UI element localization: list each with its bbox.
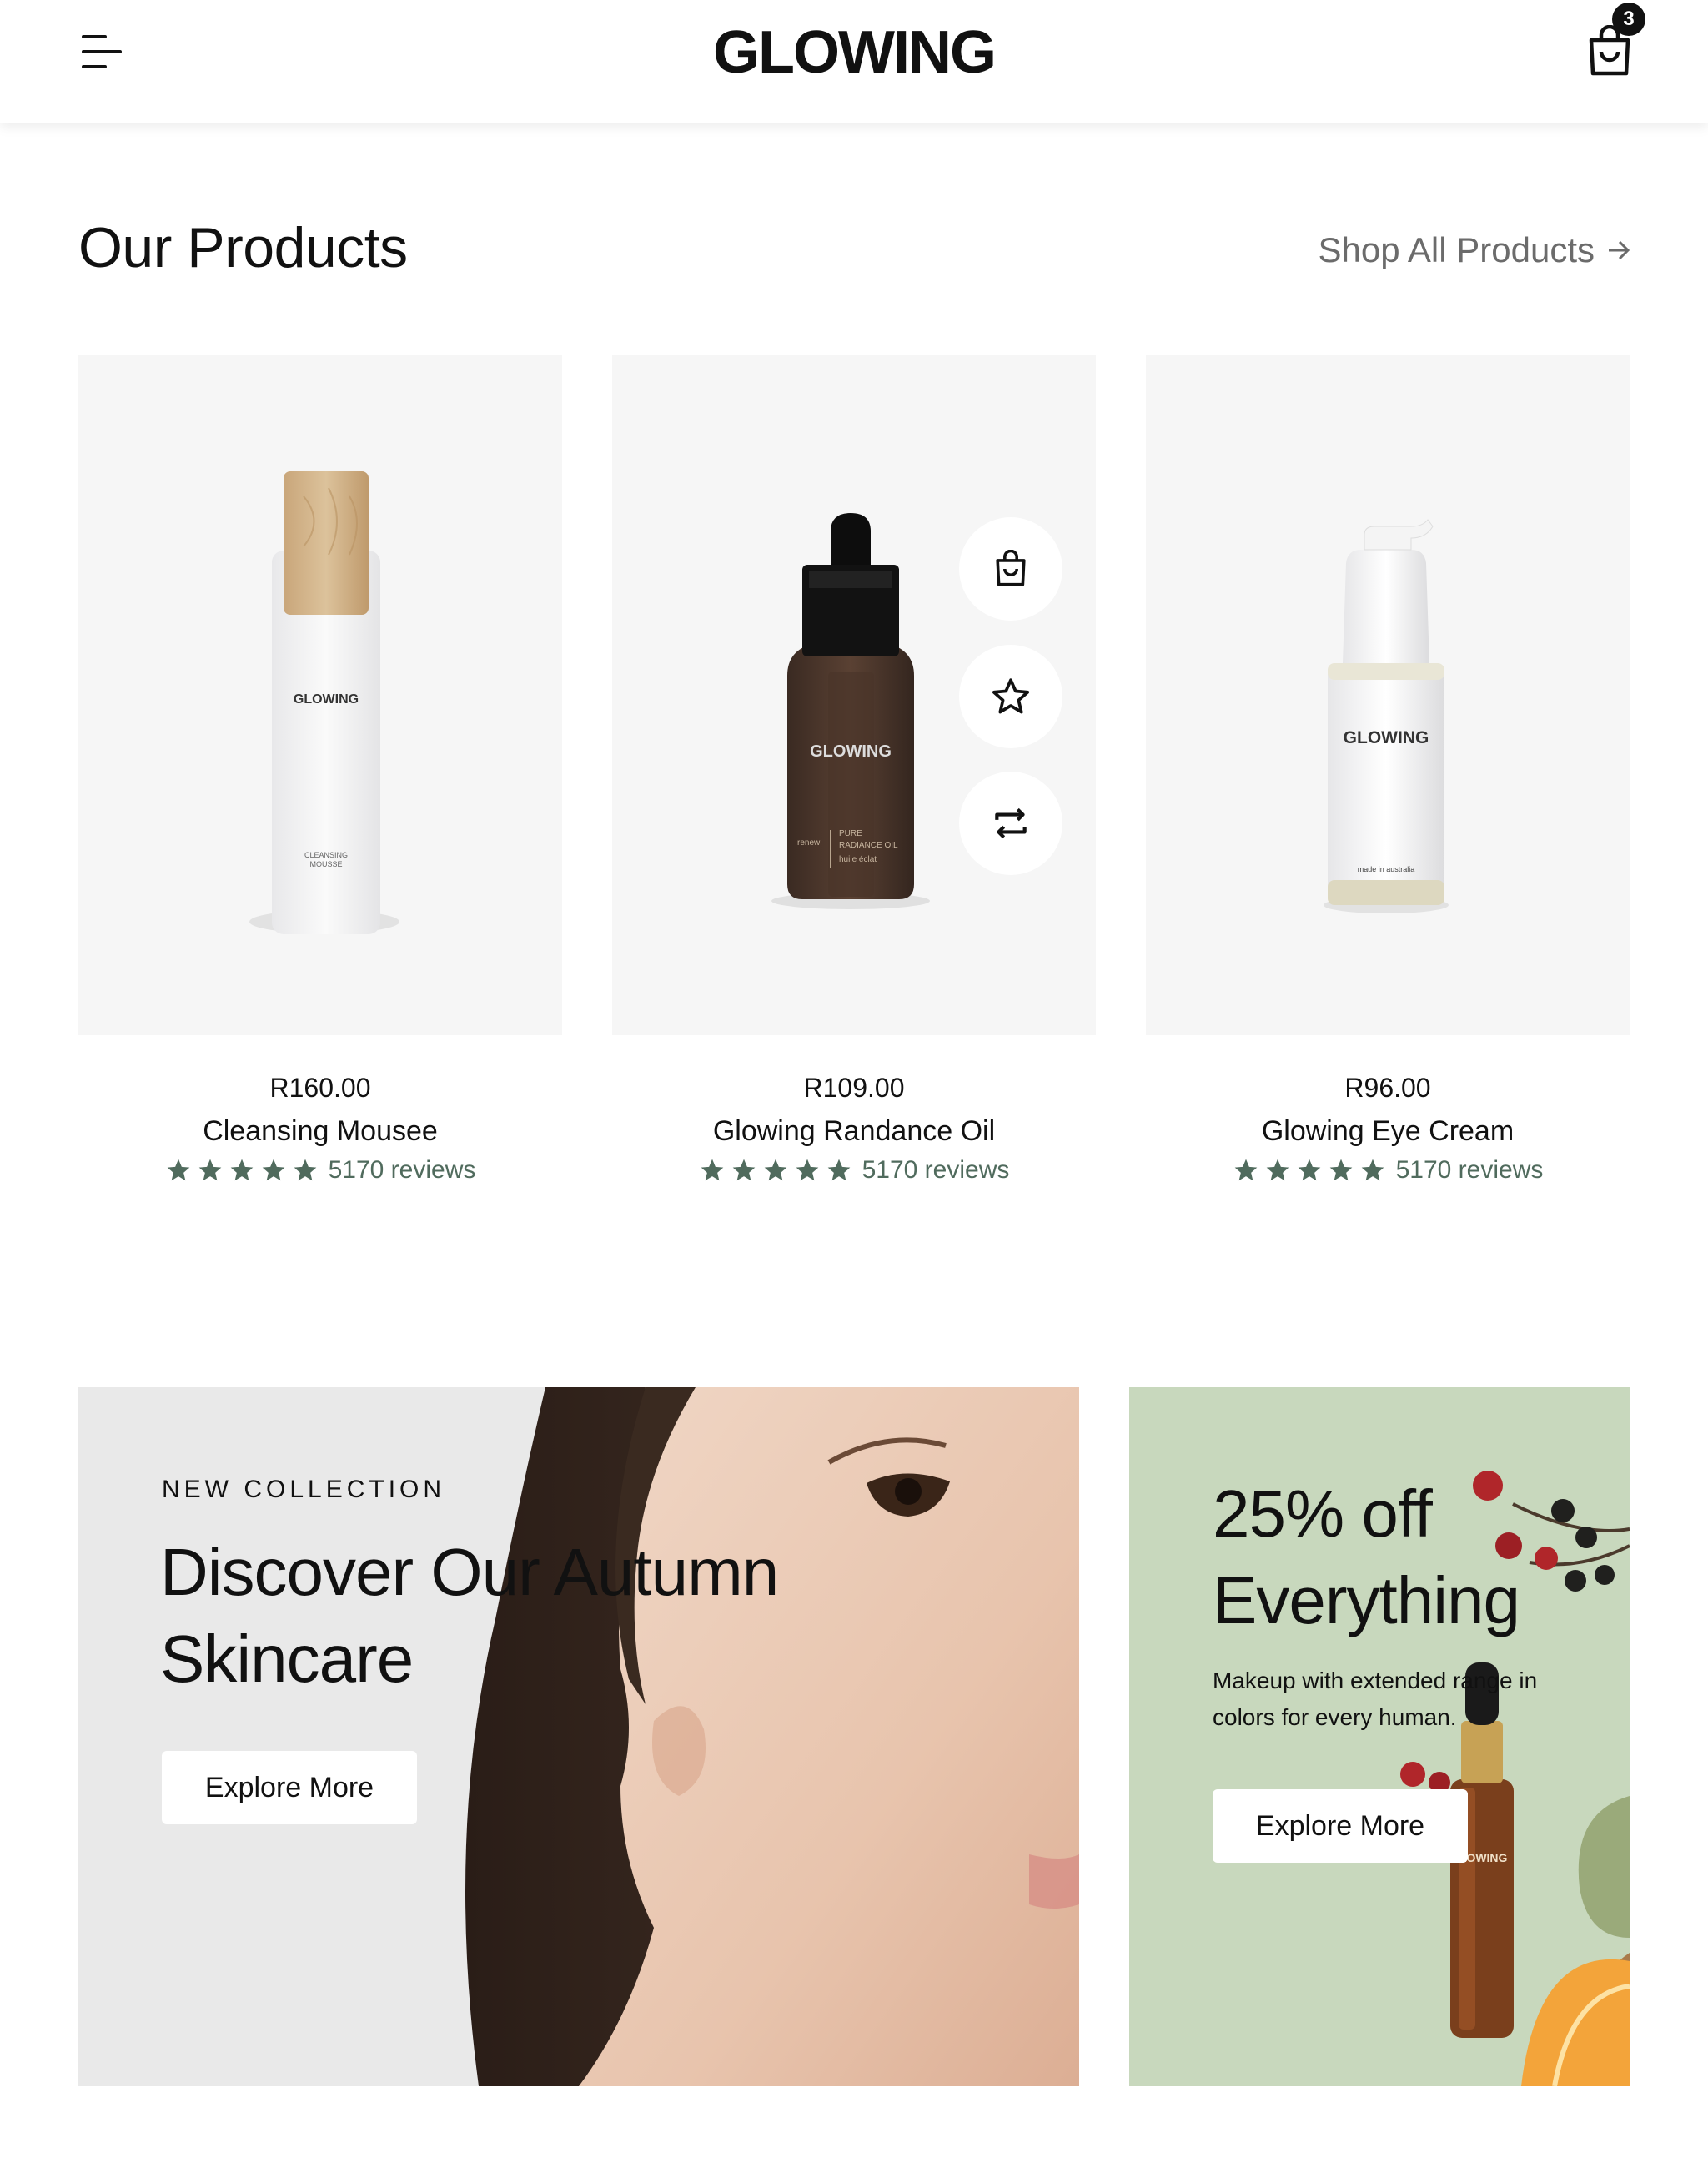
product-name[interactable]: Cleansing Mousee bbox=[78, 1115, 562, 1148]
discount-banner[interactable]: GLOWING 25% off Everything Makeup with e… bbox=[1129, 1387, 1630, 2086]
star-icon bbox=[230, 1159, 253, 1181]
wishlist-button[interactable] bbox=[959, 645, 1062, 748]
compare-button[interactable] bbox=[959, 772, 1062, 875]
product-sublabel-2: renew bbox=[797, 838, 821, 848]
product-info: R96.00 Glowing Eye Cream 5170 reviews bbox=[1146, 1073, 1630, 1185]
star-icon bbox=[198, 1159, 221, 1181]
site-logo[interactable]: GLOWING bbox=[0, 18, 1708, 87]
product-rating: 5170 reviews bbox=[1146, 1156, 1630, 1185]
product-info: R160.00 Cleansing Mousee 5170 reviews bbox=[78, 1073, 562, 1185]
product-price: R160.00 bbox=[269, 1073, 371, 1103]
product-card-image[interactable]: GLOWING made in australia bbox=[1146, 355, 1630, 1035]
site-header: GLOWING 3 bbox=[0, 0, 1708, 123]
star-icon bbox=[167, 1159, 189, 1181]
star-outline-icon bbox=[992, 678, 1030, 714]
product-label: GLOWING bbox=[810, 742, 892, 761]
product-name[interactable]: Glowing Eye Cream bbox=[1146, 1115, 1630, 1148]
star-icon bbox=[1234, 1159, 1257, 1181]
star-icon bbox=[1298, 1159, 1320, 1181]
banner-eyebrow: NEW COLLECTION bbox=[162, 1476, 446, 1503]
star-icon bbox=[732, 1159, 755, 1181]
product-price: R96.00 bbox=[1344, 1073, 1431, 1103]
star-icon bbox=[1266, 1159, 1289, 1181]
explore-more-button[interactable]: Explore More bbox=[1213, 1789, 1468, 1863]
discount-headline: 25% off Everything bbox=[1213, 1476, 1520, 1637]
star-icon bbox=[827, 1159, 850, 1181]
product-price: R109.00 bbox=[803, 1073, 905, 1103]
product-info: R109.00 Glowing Randance Oil 5170 review… bbox=[612, 1073, 1096, 1185]
shop-all-link[interactable]: Shop All Products bbox=[1318, 230, 1631, 270]
cart-count-badge: 3 bbox=[1612, 3, 1645, 36]
shop-all-label: Shop All Products bbox=[1318, 230, 1595, 269]
section-title: Our Products bbox=[78, 216, 408, 279]
product-label: GLOWING bbox=[293, 692, 359, 707]
star-icon bbox=[796, 1159, 818, 1181]
product-rating: 5170 reviews bbox=[78, 1156, 562, 1185]
explore-more-button[interactable]: Explore More bbox=[162, 1751, 417, 1824]
quick-add-button[interactable] bbox=[959, 517, 1062, 621]
discount-subtext: Makeup with extended range in colors for… bbox=[1213, 1667, 1538, 1730]
shopping-bag-icon bbox=[996, 550, 1026, 586]
product-sublabel: PURE RADIANCE OIL bbox=[839, 829, 898, 850]
product-sublabel: CLEANSING MOUSSE bbox=[304, 851, 348, 868]
autumn-collection-banner[interactable]: NEW COLLECTION Discover Our Autumn Skinc… bbox=[78, 1387, 1079, 2086]
product-rating: 5170 reviews bbox=[612, 1156, 1096, 1185]
review-count[interactable]: 5170 reviews bbox=[1396, 1156, 1544, 1185]
star-icon bbox=[294, 1159, 316, 1181]
star-icon bbox=[701, 1159, 723, 1181]
star-icon bbox=[262, 1159, 284, 1181]
product-card-image[interactable]: GLOWING CLEANSING MOUSSE bbox=[78, 355, 562, 1035]
repeat-icon bbox=[995, 807, 1027, 839]
review-count[interactable]: 5170 reviews bbox=[329, 1156, 476, 1185]
product-name[interactable]: Glowing Randance Oil bbox=[612, 1115, 1096, 1148]
banner-headline: Discover Our Autumn Skincare bbox=[160, 1535, 779, 1696]
product-card-image[interactable]: GLOWING renew PURE RADIANCE OIL huile éc… bbox=[612, 355, 1096, 1035]
review-count[interactable]: 5170 reviews bbox=[862, 1156, 1010, 1185]
star-icon bbox=[764, 1159, 786, 1181]
eye-cream-bottle-image bbox=[1324, 519, 1449, 913]
product-label: GLOWING bbox=[1343, 728, 1429, 747]
star-icon bbox=[1361, 1159, 1384, 1181]
product-sublabel-3: huile éclat bbox=[839, 855, 877, 864]
arrow-right-icon bbox=[1609, 240, 1630, 260]
star-icon bbox=[1329, 1159, 1352, 1181]
product-sublabel: made in australia bbox=[1357, 865, 1415, 873]
